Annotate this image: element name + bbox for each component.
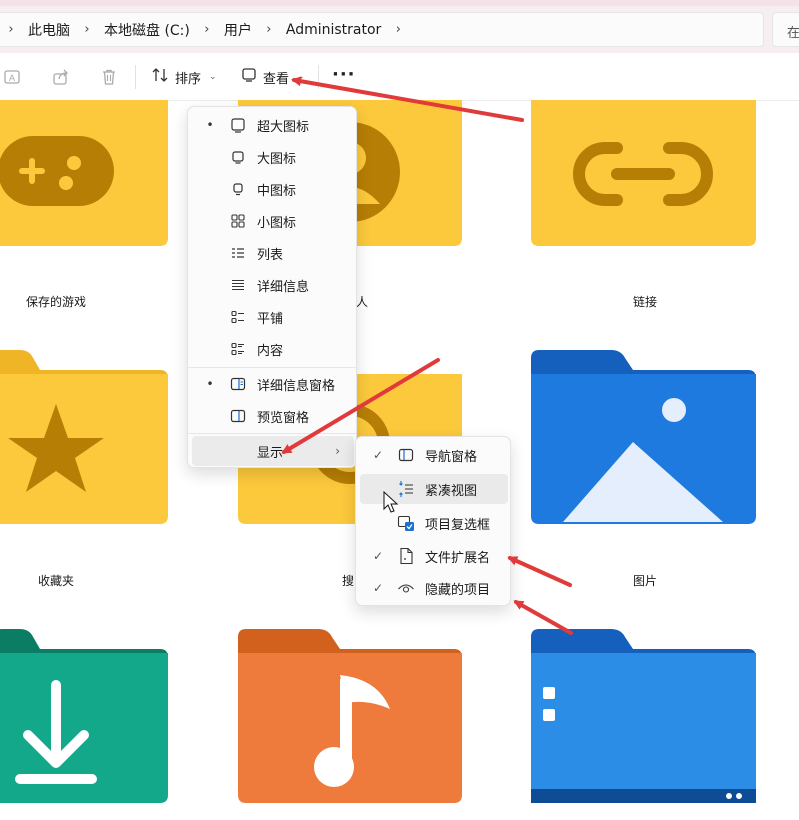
- submenu-item-label: 文件扩展名: [425, 550, 491, 566]
- submenu-item-item-checkbox[interactable]: 项目复选框: [360, 508, 508, 538]
- share-icon[interactable]: [51, 67, 71, 87]
- submenu-item-hidden-items[interactable]: ✓ 隐藏的项目: [360, 573, 508, 603]
- menu-divider: [188, 433, 356, 434]
- folder-label: 图片: [632, 574, 657, 588]
- menu-item-content[interactable]: 内容: [192, 334, 354, 364]
- submenu-item-label: 隐藏的项目: [425, 582, 491, 598]
- sort-label: 排序: [175, 71, 202, 87]
- svg-text:A: A: [9, 73, 15, 83]
- navigation-pane-icon: [396, 446, 416, 464]
- folder-desktop[interactable]: [531, 629, 756, 805]
- chevron-right-icon[interactable]: ›: [387, 22, 409, 37]
- more-options-button[interactable]: ···: [332, 66, 356, 84]
- menu-item-details-pane[interactable]: • 详细信息窗格: [192, 369, 354, 399]
- menu-item-label: 中图标: [257, 183, 297, 199]
- menu-item-label: 平铺: [257, 311, 284, 327]
- chevron-right-icon[interactable]: ›: [196, 22, 218, 37]
- item-checkbox-icon: [396, 514, 416, 532]
- menu-divider: [188, 367, 356, 368]
- folder-label: 链接: [632, 295, 657, 309]
- breadcrumb[interactable]: › 此电脑 › 本地磁盘 (C:) › 用户 › Administrator ›: [0, 12, 764, 47]
- menu-item-label: 大图标: [257, 151, 297, 167]
- large-icons-icon: [228, 149, 248, 165]
- chevron-right-icon: ›: [8, 22, 14, 37]
- show-submenu: ✓ 导航窗格 紧凑视图 项目复选框 ✓ 文件扩展名 ✓ 隐藏的项目: [355, 436, 511, 606]
- submenu-item-file-extensions[interactable]: ✓ 文件扩展名: [360, 541, 508, 571]
- search-input[interactable]: 在 A: [772, 12, 799, 47]
- menu-item-label: 列表: [257, 247, 284, 263]
- folder-links[interactable]: [531, 100, 756, 250]
- folder-favorites[interactable]: [0, 350, 168, 526]
- menu-item-label: 预览窗格: [257, 410, 310, 426]
- menu-item-extra-large-icons[interactable]: • 超大图标: [192, 110, 354, 140]
- breadcrumb-item-local-disk[interactable]: 本地磁盘 (C:): [98, 20, 196, 40]
- file-extension-icon: [396, 547, 416, 565]
- menu-item-label: 超大图标: [257, 119, 310, 135]
- toolbar-divider: [135, 65, 136, 89]
- view-icon: [241, 67, 257, 87]
- selected-bullet-icon: •: [206, 118, 214, 132]
- extra-large-icons-icon: [228, 117, 248, 133]
- menu-item-large-icons[interactable]: 大图标: [192, 142, 354, 172]
- menu-item-tiles[interactable]: 平铺: [192, 302, 354, 332]
- sort-icon: [151, 67, 169, 87]
- compact-view-icon: [396, 480, 416, 498]
- breadcrumb-item-users[interactable]: 用户: [218, 20, 258, 40]
- breadcrumb-item-administrator[interactable]: Administrator: [280, 22, 387, 38]
- submenu-item-label: 项目复选框: [425, 517, 491, 533]
- menu-item-small-icons[interactable]: 小图标: [192, 206, 354, 236]
- folder-pictures[interactable]: [531, 350, 756, 526]
- address-bar-row: › 此电脑 › 本地磁盘 (C:) › 用户 › Administrator ›…: [0, 6, 799, 53]
- annotation-arrow: [507, 556, 572, 587]
- view-button[interactable]: 查看 ⌄: [241, 66, 305, 88]
- view-label: 查看: [263, 71, 290, 87]
- command-bar: A 排序 ⌄ 查看 ⌄ ···: [0, 53, 799, 101]
- chevron-right-icon: ›: [335, 444, 340, 458]
- menu-item-label: 显示: [257, 445, 284, 461]
- breadcrumb-item-this-pc[interactable]: 此电脑: [22, 20, 76, 40]
- checkmark-icon: ✓: [372, 448, 384, 462]
- menu-item-label: 详细信息: [257, 279, 310, 295]
- checkmark-icon: ✓: [372, 549, 384, 563]
- menu-item-label: 详细信息窗格: [257, 378, 336, 394]
- menu-item-details[interactable]: 详细信息: [192, 270, 354, 300]
- tiles-icon: [228, 309, 248, 325]
- rename-icon[interactable]: A: [2, 67, 22, 87]
- folder-label: 收藏夹: [37, 574, 74, 588]
- toolbar-divider: [318, 65, 319, 89]
- chevron-right-icon[interactable]: ›: [76, 22, 98, 37]
- chevron-down-icon: ⌄: [297, 72, 305, 82]
- folder-downloads[interactable]: [0, 629, 168, 805]
- folder-music[interactable]: [238, 629, 462, 805]
- submenu-item-label: 紧凑视图: [425, 483, 478, 499]
- menu-item-medium-icons[interactable]: 中图标: [192, 174, 354, 204]
- chevron-down-icon: ⌄: [209, 72, 217, 82]
- view-menu: • 超大图标 大图标 中图标 小图标 列表 详细信息 平铺 内容 • 详细信息窗…: [187, 106, 357, 468]
- details-icon: [228, 277, 248, 293]
- menu-item-label: 内容: [257, 343, 284, 359]
- small-icons-icon: [228, 213, 248, 229]
- selected-bullet-icon: •: [206, 377, 214, 391]
- menu-item-list[interactable]: 列表: [192, 238, 354, 268]
- folder-label: 保存的游戏: [25, 295, 86, 309]
- hidden-items-icon: [396, 579, 416, 597]
- content-icon: [228, 341, 248, 357]
- gamepad-icon: [0, 136, 114, 206]
- menu-item-preview-pane[interactable]: 预览窗格: [192, 401, 354, 431]
- submenu-item-navigation-pane[interactable]: ✓ 导航窗格: [360, 440, 508, 470]
- checkmark-icon: ✓: [372, 581, 384, 595]
- details-pane-icon: [228, 376, 248, 392]
- menu-item-label: 小图标: [257, 215, 297, 231]
- submenu-item-compact-view[interactable]: 紧凑视图: [360, 474, 508, 504]
- sort-button[interactable]: 排序 ⌄: [151, 66, 217, 88]
- delete-icon[interactable]: [99, 67, 119, 87]
- submenu-item-label: 导航窗格: [425, 449, 478, 465]
- list-icon: [228, 245, 248, 261]
- medium-icons-icon: [228, 181, 248, 197]
- preview-pane-icon: [228, 408, 248, 424]
- menu-item-show[interactable]: 显示 ›: [192, 436, 354, 466]
- chevron-right-icon[interactable]: ›: [258, 22, 280, 37]
- folder-saved-games[interactable]: [0, 100, 168, 250]
